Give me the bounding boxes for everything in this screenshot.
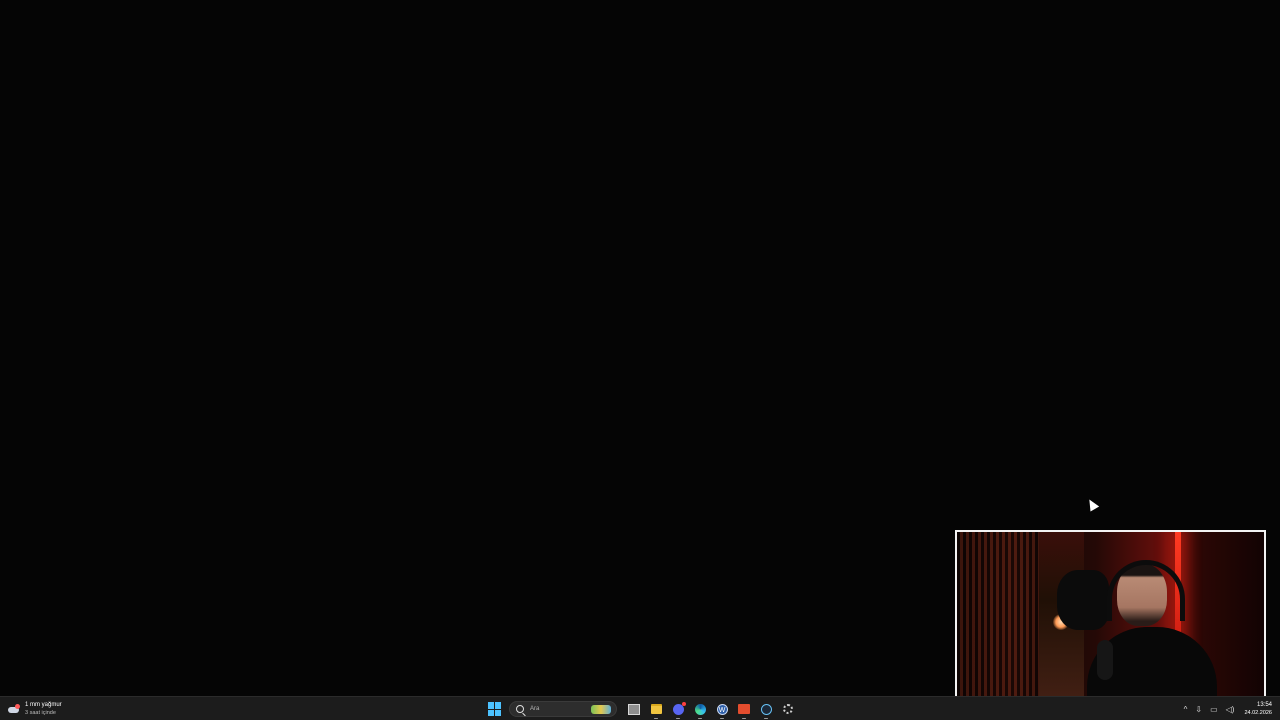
w-app-button[interactable]: W [715, 702, 729, 719]
edge-button[interactable] [693, 702, 707, 719]
weather-widget[interactable]: 1 mm yağmur 3 saat içinde [8, 699, 62, 719]
weather-subtitle: 3 saat içinde [25, 710, 56, 716]
discord-icon [672, 701, 686, 715]
clock-date: 24.02.2026 [1244, 710, 1272, 716]
running-indicator [742, 718, 746, 719]
windows-logo-icon [488, 702, 494, 709]
weather-condition: 1 mm yağmur [25, 702, 62, 708]
microphone [1097, 640, 1113, 680]
usb-icon[interactable]: ⇩ [1195, 705, 1202, 714]
search-highlight-icon [591, 705, 611, 714]
running-indicator [764, 718, 768, 719]
settings-button[interactable] [781, 702, 795, 716]
running-indicator [654, 718, 658, 719]
steam-button[interactable] [759, 702, 773, 719]
clock[interactable]: 13:54 24.02.2026 [1244, 701, 1272, 717]
settings-gear-icon [783, 704, 793, 714]
webcam-person-arm [1057, 570, 1109, 630]
task-view-icon [628, 703, 640, 715]
edge-icon [694, 703, 706, 715]
start-button[interactable] [488, 702, 502, 716]
w-app-icon: W [716, 703, 728, 715]
task-view-button[interactable] [627, 702, 641, 716]
running-indicator [676, 718, 680, 719]
file-explorer-button[interactable] [649, 702, 663, 719]
discord-button[interactable] [671, 701, 686, 719]
network-icon[interactable]: ▭ [1210, 705, 1218, 714]
mouse-cursor [1085, 497, 1100, 512]
running-indicator [720, 718, 724, 719]
rain-cloud-icon [8, 704, 20, 714]
webcam-wall-panels [957, 532, 1042, 702]
running-indicator [698, 718, 702, 719]
webcam-overlay [955, 530, 1266, 704]
search-box[interactable]: Ara [509, 701, 617, 717]
taskbar-center: Ara W [488, 699, 799, 719]
search-placeholder: Ara [530, 706, 540, 712]
show-hidden-icons-chevron-icon[interactable]: ^ [1184, 705, 1188, 714]
clock-time: 13:54 [1256, 702, 1272, 708]
weather-text: 1 mm yağmur 3 saat içinde [25, 701, 62, 717]
taskbar: 1 mm yağmur 3 saat içinde Ara W ^ ⇩ ▭ ◁)… [0, 696, 1280, 720]
desktop [0, 0, 1280, 704]
news-app-icon [738, 704, 750, 714]
volume-icon[interactable]: ◁) [1226, 705, 1235, 714]
folder-icon [650, 704, 662, 714]
search-icon [516, 705, 524, 713]
system-tray: ^ ⇩ ▭ ◁) 13:54 24.02.2026 [1180, 699, 1272, 719]
news-app-button[interactable] [737, 702, 751, 719]
steam-icon [760, 703, 772, 715]
